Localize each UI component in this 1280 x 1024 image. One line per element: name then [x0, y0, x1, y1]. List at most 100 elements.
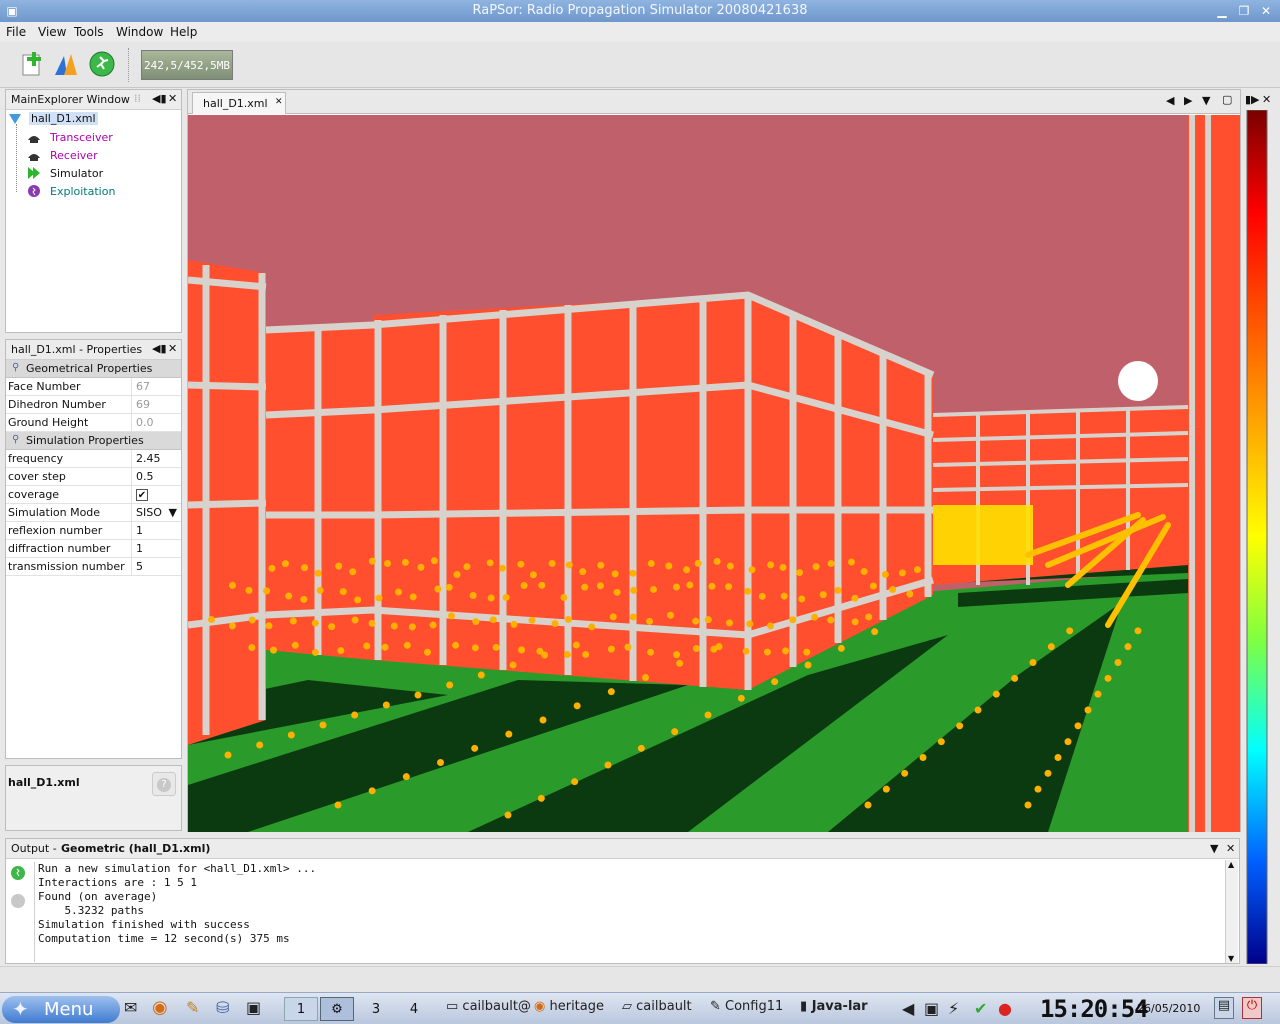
coverage-point — [382, 701, 390, 709]
new-file-icon[interactable] — [18, 50, 46, 78]
menu-tools[interactable]: Tools — [74, 25, 104, 39]
task-label: cailbault — [636, 999, 692, 1014]
coverage-point — [1114, 659, 1122, 666]
output-console[interactable]: Run a new simulation for <hall_D1.xml> .… — [34, 862, 1224, 962]
workspace-4[interactable]: 4 — [397, 997, 431, 1021]
section-simulation[interactable]: ⚲ Simulation Properties — [6, 432, 181, 450]
cover-step-field[interactable]: 0.5 — [131, 468, 181, 486]
monitor-icon[interactable]: ▣ — [924, 999, 939, 1018]
coverage-checkbox-cell[interactable]: ✔ — [131, 486, 181, 504]
shutdown-icon[interactable]: ⏻ — [1242, 997, 1262, 1019]
tree-item-receiver[interactable]: Receiver — [50, 149, 98, 162]
workspace-2-icon: ⚙ — [331, 1002, 343, 1017]
coverage-point — [414, 691, 422, 699]
script-icon[interactable]: ✎ — [186, 998, 199, 1017]
frequency-field[interactable]: 2.45 — [131, 450, 181, 468]
coverage-point — [796, 569, 804, 577]
clock[interactable]: 15:20:54 — [1040, 995, 1149, 1023]
alert-icon[interactable]: ● — [998, 999, 1012, 1018]
show-desktop-icon[interactable]: ▤ — [1214, 997, 1234, 1019]
close-tab-icon[interactable]: ✕ — [275, 97, 283, 107]
output-scrollbar[interactable]: ▲ ▼ — [1225, 860, 1238, 963]
scroll-down-icon[interactable]: ▼ — [1228, 954, 1234, 963]
console-line: Interactions are : 1 5 1 — [38, 876, 197, 889]
stop-icon[interactable] — [10, 893, 26, 909]
section-geometrical[interactable]: ⚲ Geometrical Properties — [6, 360, 181, 378]
close-icon[interactable]: ✕ — [1258, 3, 1274, 19]
chart-icon[interactable] — [52, 50, 80, 78]
simulation-mode-select[interactable]: SISO ▼ — [131, 504, 181, 522]
terminal-icon[interactable]: ▣ — [246, 998, 261, 1017]
help-icon[interactable]: ? — [152, 772, 176, 796]
property-key: cover step — [8, 470, 66, 483]
tab-list-icon[interactable]: ▼ — [1202, 94, 1210, 107]
maximize-icon[interactable]: ❐ — [1236, 3, 1252, 19]
menu-view[interactable]: View — [38, 25, 66, 39]
tree-item-transceiver[interactable]: Transceiver — [50, 131, 113, 144]
3d-scene-view[interactable] — [188, 115, 1240, 832]
task-firefox[interactable]: ◉ heritage — [534, 999, 604, 1014]
memory-indicator[interactable]: 242,5/452,5MB — [141, 50, 233, 80]
minimize-icon[interactable]: ▁ — [1214, 3, 1230, 19]
collapse-icon[interactable]: ⚲ — [12, 434, 19, 445]
tree-item-exploitation[interactable]: Exploitation — [50, 185, 115, 198]
coverage-point — [906, 590, 914, 598]
coverage-point — [337, 647, 345, 655]
description-panel: hall_D1.xml ? — [5, 765, 182, 831]
tab-hall-d1[interactable]: hall_D1.xml ✕ — [192, 92, 286, 114]
reflexion-number-field[interactable]: 1 — [131, 522, 181, 540]
menu-window[interactable]: Window — [116, 25, 163, 39]
coverage-point — [713, 557, 721, 565]
collapse-icon[interactable]: ⚲ — [12, 362, 19, 373]
run-simulation-icon[interactable] — [88, 50, 116, 78]
chevron-down-icon[interactable]: ▼ — [169, 506, 177, 519]
coverage-point — [1104, 674, 1112, 682]
minimize-panel-icon[interactable]: ◀▮ — [152, 92, 167, 105]
scroll-left-icon[interactable]: ◀ — [1166, 94, 1174, 107]
scroll-right-icon[interactable]: ▶ — [1184, 94, 1192, 107]
transmission-number-field[interactable]: 5 — [131, 558, 181, 576]
tree-root-hall-d1[interactable]: hall_D1.xml — [29, 112, 98, 125]
firefox-icon[interactable]: ◉ — [152, 997, 168, 1018]
workspace-3[interactable]: 3 — [359, 997, 393, 1021]
workspace-1[interactable]: 1 — [284, 997, 318, 1021]
coverage-point — [1094, 690, 1102, 698]
start-menu-button[interactable]: ✦ Menu — [2, 996, 120, 1023]
task-terminal[interactable]: ▭ cailbault@ — [446, 999, 531, 1014]
output-menu-icon[interactable]: ▼ — [1210, 842, 1218, 855]
coverage-point — [263, 587, 271, 595]
workspace-2[interactable]: ⚙ — [320, 997, 354, 1021]
diffraction-number-field[interactable]: 1 — [131, 540, 181, 558]
battery-icon[interactable]: ⚡ — [948, 999, 959, 1018]
task-folder[interactable]: ▱ cailbault — [622, 999, 692, 1014]
close-panel-icon[interactable]: ✕ — [168, 342, 177, 355]
minimize-panel-icon[interactable]: ◀▮ — [152, 342, 167, 355]
close-output-icon[interactable]: ✕ — [1226, 842, 1235, 855]
close-panel-icon[interactable]: ✕ — [168, 92, 177, 105]
coverage-point — [837, 644, 845, 652]
tree-item-simulator[interactable]: Simulator — [50, 167, 103, 180]
coverage-point — [368, 557, 376, 565]
coverage-checkbox[interactable]: ✔ — [136, 489, 148, 501]
menu-file[interactable]: File — [6, 25, 26, 39]
update-icon[interactable]: ✔ — [974, 999, 987, 1018]
collapse-right-icon[interactable]: ▮▶ — [1245, 93, 1260, 106]
coverage-point — [437, 759, 444, 766]
coverage-point — [563, 650, 571, 658]
task-config[interactable]: ✎ Config11 — [710, 999, 783, 1014]
scroll-up-icon[interactable]: ▲ — [1228, 860, 1234, 869]
coverage-point — [637, 744, 645, 752]
rerun-icon[interactable] — [10, 865, 26, 881]
maximize-editor-icon[interactable]: ▢ — [1222, 93, 1232, 106]
close-colorbar-icon[interactable]: ✕ — [1262, 93, 1271, 106]
coverage-point — [624, 643, 632, 651]
mail-icon[interactable]: ✉ — [124, 998, 137, 1017]
tree-line — [16, 124, 17, 192]
coverage-point — [453, 571, 461, 579]
coverage-point — [865, 613, 873, 621]
menu-help[interactable]: Help — [170, 25, 197, 39]
volume-icon[interactable]: ◀ — [902, 999, 914, 1018]
coverage-point — [316, 586, 324, 594]
task-java[interactable]: ▮ Java-lar — [800, 999, 868, 1014]
network-icon[interactable]: ⛁ — [216, 998, 229, 1017]
